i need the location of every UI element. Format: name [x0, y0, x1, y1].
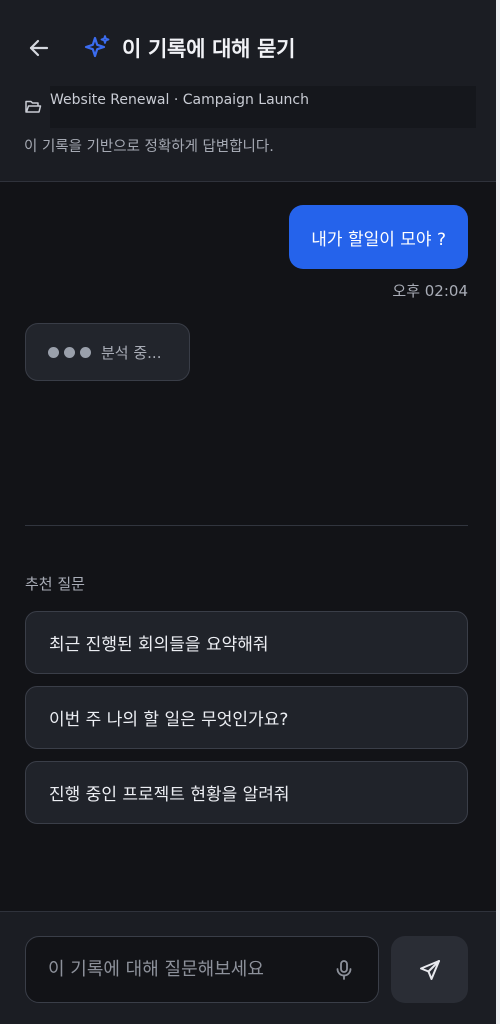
arrow-left-icon — [29, 39, 49, 57]
assistant-typing-indicator: 분석 중... — [25, 323, 190, 381]
composer — [0, 911, 496, 1024]
suggestions-heading: 추천 질문 — [25, 575, 85, 593]
chat-area: 내가 할일이 모야 ? 오후 02:04 분석 중... 추천 질문 최근 진행… — [0, 183, 496, 911]
title-group: 이 기록에 대해 묻기 — [82, 31, 296, 65]
typing-dots — [48, 346, 91, 358]
microphone-icon[interactable] — [332, 958, 356, 982]
context-row: Website Renewal · Campaign Launch — [24, 86, 476, 128]
back-button[interactable] — [24, 33, 54, 63]
header: 이 기록에 대해 묻기 Website Renewal · Campaign L… — [0, 0, 496, 182]
scrollbar-track — [496, 0, 500, 1024]
folder-icon — [25, 100, 42, 113]
question-input-wrapper — [25, 936, 379, 1003]
send-button[interactable] — [391, 936, 468, 1003]
divider — [25, 525, 468, 526]
page-title: 이 기록에 대해 묻기 — [122, 37, 296, 61]
sparkle-icon — [84, 35, 110, 58]
suggestion-button[interactable]: 진행 중인 프로젝트 현황을 알려줘 — [25, 761, 468, 824]
context-label: Website Renewal · Campaign Launch — [50, 86, 476, 128]
suggestion-button[interactable]: 최근 진행된 회의들을 요약해줘 — [25, 611, 468, 674]
typing-status-label: 분석 중... — [101, 343, 162, 362]
context-subtitle: 이 기록을 기반으로 정확하게 답변합니다. — [24, 139, 274, 155]
user-message-bubble: 내가 할일이 모야 ? — [289, 205, 468, 269]
question-input[interactable] — [48, 937, 328, 1002]
send-icon — [419, 959, 440, 980]
message-timestamp: 오후 02:04 — [392, 282, 468, 300]
suggestion-button[interactable]: 이번 주 나의 할 일은 무엇인가요? — [25, 686, 468, 749]
